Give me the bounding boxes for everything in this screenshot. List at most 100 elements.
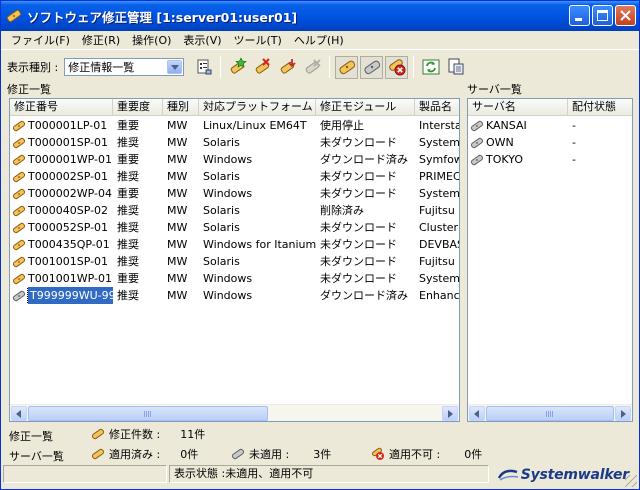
menu-help[interactable]: ヘルプ(H) [288,32,350,48]
delete-fix-button[interactable] [251,56,274,79]
filter-not-applicable-button[interactable] [385,55,409,79]
menu-fix[interactable]: 修正(R) [76,32,126,48]
importance-cell: 推奨 [117,170,139,183]
scroll-right-button[interactable] [615,406,631,421]
platform-cell: Solaris [203,136,240,149]
scroll-left-button[interactable] [469,406,485,421]
menu-file[interactable]: ファイル(F) [5,32,76,48]
patch-icon [12,221,26,235]
table-row[interactable]: T000001LP-01 重要 MW Linux/Linux EM64T 使用停止 Int… [10,117,459,134]
importance-cell: 重要 [117,272,139,285]
download-fix-button[interactable] [276,56,299,79]
patch-icon [91,427,105,441]
server-list-hscrollbar[interactable] [468,404,632,421]
patch-icon [12,238,26,252]
column-header-fix-id[interactable]: 修正番号 [10,99,113,116]
table-row[interactable]: T000002WP-04 重要 MW Windows 未ダウンロード Systemwalk… [10,185,459,202]
module-cell: 未ダウンロード [320,221,397,234]
platform-cell: Linux/Linux EM64T [203,119,307,132]
maximize-button[interactable] [592,5,613,26]
close-button[interactable] [615,5,636,26]
column-header-type[interactable]: 種別 [163,99,199,116]
table-row[interactable]: KANSAI - [468,117,632,134]
table-row[interactable]: T001001WP-01 重要 MW Windows 未ダウンロード SystemWalk… [10,270,460,287]
column-header-module[interactable]: 修正モジュール [316,99,415,116]
table-row[interactable]: T000001SP-01 推奨 MW Solaris 未ダウンロード Systemwalk… [10,134,460,151]
type-cell: MW [167,272,188,285]
column-header-product[interactable]: 製品名 [415,99,459,116]
product-cell: Fujitsu C [419,204,459,217]
patch-icon [91,447,105,461]
summary-applied: 適用済み : 0件 [91,446,198,462]
server-list-table[interactable]: サーバ名 配付状態 KANSAI - OWN - TOKYO - [467,98,633,422]
table-row[interactable]: T999999WU-99 推奨 MW Windows ダウンロード済み Enhanced [10,287,459,304]
table-row[interactable]: T000435QP-01 推奨 MW Windows for Itanium 未ダウンロ… [10,236,459,253]
column-header-importance[interactable]: 重要度 [113,99,163,116]
module-cell: 未ダウンロード [320,187,397,200]
maximize-icon [597,10,608,21]
scroll-thumb[interactable] [486,406,614,421]
product-cell: Systemwalker [419,136,460,149]
display-type-select[interactable]: 修正情報一覧 [64,58,185,76]
patch-gray-icon [231,447,245,461]
importance-cell: 重要 [117,119,139,132]
column-header-server-name[interactable]: サーバ名 [468,99,568,116]
table-row[interactable]: T000001WP-01 重要 MW Windows ダウンロード済み Symfoware [10,151,459,168]
scroll-thumb[interactable] [28,406,268,421]
server-list-header: サーバ名 配付状態 [468,99,632,116]
patch-icon [12,136,26,150]
menu-tools[interactable]: ツール(T) [228,32,288,48]
fix-id-text: T001001SP-01 [28,255,109,268]
fix-list-hscrollbar[interactable] [10,404,459,421]
importance-cell: 推奨 [117,255,139,268]
menu-operation[interactable]: 操作(O) [126,32,177,48]
column-header-distribution-status[interactable]: 配付状態 [568,99,632,116]
title-bar[interactable]: ソフトウェア修正管理 [1:server01:user01] [1,1,639,31]
scroll-right-button[interactable] [442,406,458,421]
fix-id-cell: T000040SP-02 [10,202,113,219]
toolbar-separator [329,56,331,78]
fix-id-cell: T001001WP-01 [10,270,113,287]
product-cell: Cluster [419,221,459,234]
table-row[interactable]: T000040SP-02 推奨 MW Solaris 削除済み Fujitsu C [10,202,459,219]
product-cell: DEVBASE [419,238,459,251]
chevron-down-icon[interactable] [167,60,183,74]
disabled-fix-button[interactable] [301,56,324,79]
platform-cell: Windows [203,272,253,285]
table-row[interactable]: OWN - [468,134,632,151]
module-cell: 未ダウンロード [320,255,397,268]
importance-cell: 推奨 [117,289,139,302]
type-cell: MW [167,289,188,302]
table-row[interactable]: T000052SP-01 推奨 MW Solaris 未ダウンロード Cluster [10,219,459,236]
scroll-left-button[interactable] [11,406,27,421]
refresh-button[interactable] [419,56,442,79]
distribution-status-cell: - [572,119,576,132]
unapplied-label: 未適用 : [249,448,290,461]
module-cell: ダウンロード済み [320,153,408,166]
filter-applied-button[interactable] [335,55,359,79]
download-patch-icon [280,59,296,74]
properties-button[interactable] [192,56,215,79]
server-patch-icon [470,153,484,167]
filter-unapplied-button[interactable] [360,55,384,79]
type-cell: MW [167,255,188,268]
fix-count-label: 修正件数 : [109,428,161,441]
product-cell: SystemWalker [419,272,460,285]
menu-view[interactable]: 表示(V) [177,32,227,48]
patch-icon [339,60,355,75]
export-button[interactable] [444,56,467,79]
fix-list-table[interactable]: 修正番号 重要度 種別 対応プラットフォーム 修正モジュール 製品名 T0000… [9,98,460,422]
fix-id-cell: T000001LP-01 [10,117,113,134]
table-row[interactable]: T000002SP-01 推奨 MW Solaris 未ダウンロード PRIMECLUST… [10,168,459,185]
server-list-rows: KANSAI - OWN - TOKYO - [468,117,632,168]
column-header-platform[interactable]: 対応プラットフォーム [199,99,316,116]
unapplied-value: 3件 [313,448,332,461]
minimize-button[interactable] [569,5,590,26]
table-row[interactable]: TOKYO - [468,151,632,168]
systemwalker-logo-icon [497,468,519,482]
display-type-value: 修正情報一覧 [68,61,135,74]
resize-grip[interactable] [625,475,637,487]
table-row[interactable]: T001001SP-01 推奨 MW Solaris 未ダウンロード Fujitsu C [10,253,459,270]
fix-id-text: T000040SP-02 [28,204,109,217]
add-fix-button[interactable] [226,56,249,79]
